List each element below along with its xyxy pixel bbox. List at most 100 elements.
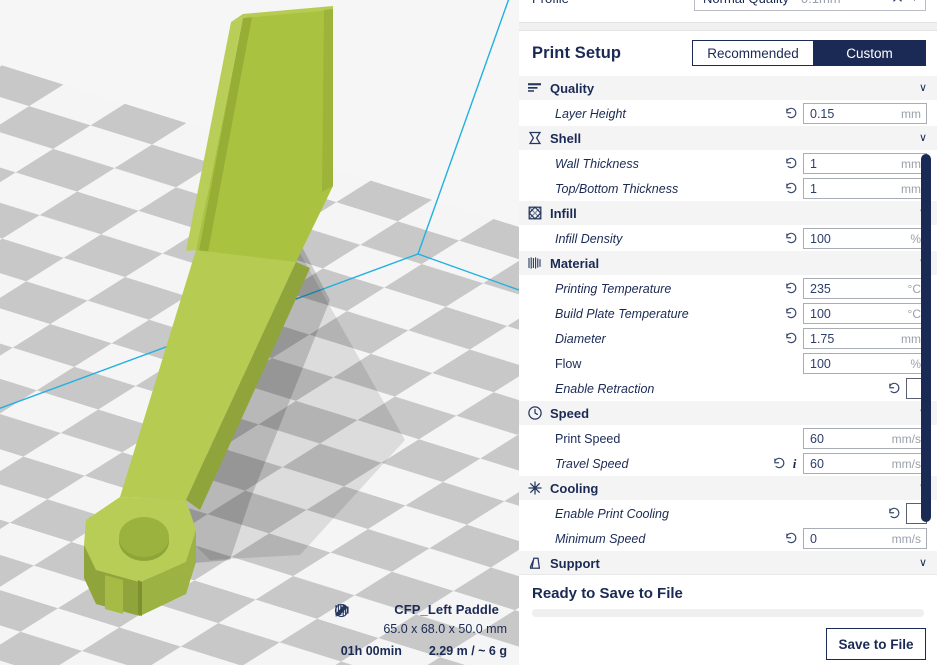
print-time: 01h 00min: [340, 643, 402, 658]
setting-unit: °C: [907, 281, 921, 296]
setting-row-icons: [785, 182, 803, 195]
reset-icon[interactable]: [785, 232, 798, 245]
section-header-quality[interactable]: Quality ∨: [519, 76, 937, 101]
support-icon: [527, 555, 550, 571]
revert-glyph: [786, 232, 797, 244]
mode-tab-group: Recommended Custom: [692, 40, 926, 66]
setting-label: Enable Print Cooling: [555, 506, 669, 521]
setting-label: Print Speed: [555, 431, 621, 446]
setting-row-icons: [785, 332, 803, 345]
page-title: Print Setup: [532, 43, 622, 62]
setting-input[interactable]: 60 mm/s: [803, 428, 927, 449]
revert-glyph: [786, 532, 797, 544]
model-dimensions: 65.0 x 68.0 x 50.0 mm: [383, 622, 507, 636]
revert-glyph: [786, 157, 797, 169]
print-setup-panel: Profile Normal Quality - 0.1mm ▼ Print S…: [519, 0, 937, 665]
setting-row-icons: [785, 532, 803, 545]
setting-label: Enable Retraction: [555, 381, 655, 396]
revert-glyph: [786, 332, 797, 344]
setting-row: Printing Temperature 235 °C: [519, 276, 937, 301]
layers-glyph: [528, 83, 541, 92]
setting-input[interactable]: 1.75 mm: [803, 328, 927, 349]
reset-icon[interactable]: [785, 107, 798, 120]
fan-icon: [527, 480, 550, 496]
setting-value: 1.75: [810, 331, 835, 346]
section-header-support[interactable]: Support ∨: [519, 551, 937, 574]
support-glyph: [529, 557, 541, 569]
reset-icon[interactable]: [785, 532, 798, 545]
setting-input[interactable]: 1 mm: [803, 178, 927, 199]
info-icon[interactable]: i: [791, 456, 798, 472]
revert-glyph: [786, 107, 797, 119]
setting-input[interactable]: 0.15 mm: [803, 103, 927, 124]
setting-input[interactable]: 100 °C: [803, 303, 927, 324]
setting-unit: mm: [901, 181, 921, 196]
profile-label: Profile: [532, 0, 569, 6]
section-title: Quality: [550, 80, 595, 96]
setting-value: 60: [810, 456, 824, 471]
tab-custom[interactable]: Custom: [814, 40, 926, 66]
setting-input[interactable]: 235 °C: [803, 278, 927, 299]
section-title: Cooling: [550, 480, 599, 496]
profile-dropdown[interactable]: Normal Quality - 0.1mm ▼: [694, 0, 926, 11]
profile-divider: [519, 22, 937, 31]
setting-row: Flow 100%: [519, 351, 937, 376]
setting-value: 0.15: [810, 106, 835, 121]
setting-value: 100: [810, 356, 831, 371]
clock-icon: [527, 405, 550, 421]
setting-label: Layer Height: [555, 106, 626, 121]
setting-row-icons: [888, 507, 906, 520]
shell-icon: [527, 130, 550, 146]
clock-glyph: [528, 406, 542, 420]
section-title: Support: [550, 555, 600, 571]
setting-value: 235: [810, 281, 831, 296]
setting-row-icons: [785, 307, 803, 320]
section-header-cooling[interactable]: Cooling∨: [519, 476, 937, 501]
section-header-material[interactable]: Material∨: [519, 251, 937, 276]
setting-input[interactable]: 1 mm: [803, 153, 927, 174]
profile-value: Normal Quality: [703, 0, 789, 6]
infill-icon: [527, 205, 550, 221]
reset-icon[interactable]: [888, 382, 901, 395]
chevron-down-icon[interactable]: ▼: [907, 0, 919, 3]
model-info-overlay: CFP_Left Paddle 65.0 x 68.0 x 50.0 mm 01: [334, 603, 507, 657]
settings-scrollbar-thumb[interactable]: [921, 154, 931, 522]
setting-row: Infill Density 100%: [519, 226, 937, 251]
section-header-shell[interactable]: Shell ∨: [519, 126, 937, 151]
reset-icon[interactable]: [785, 282, 798, 295]
3d-viewport[interactable]: CFP_Left Paddle 65.0 x 68.0 x 50.0 mm 01: [0, 0, 519, 665]
setting-input[interactable]: 100%: [803, 228, 927, 249]
section-title: Speed: [550, 405, 590, 421]
setting-row: Minimum Speed 0 mm/s: [519, 526, 937, 551]
reset-icon[interactable]: [888, 507, 901, 520]
settings-scrollbar-track[interactable]: [921, 76, 934, 574]
reset-icon[interactable]: [785, 332, 798, 345]
section-header-speed[interactable]: Speed∨: [519, 401, 937, 426]
setting-label: Printing Temperature: [555, 281, 672, 296]
revert-glyph: [786, 282, 797, 294]
section-title: Infill: [550, 205, 577, 221]
reset-icon[interactable]: [785, 182, 798, 195]
settings-list[interactable]: Quality ∨ Layer Height 0.15 mm Shell ∨ Wall Thi…: [519, 76, 937, 574]
bookmark-glyph: [893, 0, 902, 2]
setting-value: 1: [810, 181, 817, 196]
bookmark-icon[interactable]: [892, 0, 903, 6]
profile-row: Profile Normal Quality - 0.1mm ▼: [519, 0, 937, 14]
reset-icon[interactable]: [773, 457, 786, 470]
fan-glyph: [528, 481, 542, 495]
section-header-infill[interactable]: Infill∨: [519, 201, 937, 226]
save-to-file-button[interactable]: Save to File: [826, 628, 926, 660]
reset-icon[interactable]: [785, 157, 798, 170]
tab-recommended[interactable]: Recommended: [692, 40, 814, 66]
setting-row: Wall Thickness 1 mm: [519, 151, 937, 176]
revert-glyph: [774, 457, 785, 469]
setting-label: Infill Density: [555, 231, 623, 246]
setting-label: Wall Thickness: [555, 156, 639, 171]
setting-input[interactable]: 60 mm/s: [803, 453, 927, 474]
setting-row: Print Speed 60 mm/s: [519, 426, 937, 451]
reset-icon[interactable]: [785, 307, 798, 320]
setting-row-icons: [888, 382, 906, 395]
setting-input[interactable]: 100%: [803, 353, 927, 374]
setting-value: 100: [810, 231, 831, 246]
setting-input[interactable]: 0 mm/s: [803, 528, 927, 549]
